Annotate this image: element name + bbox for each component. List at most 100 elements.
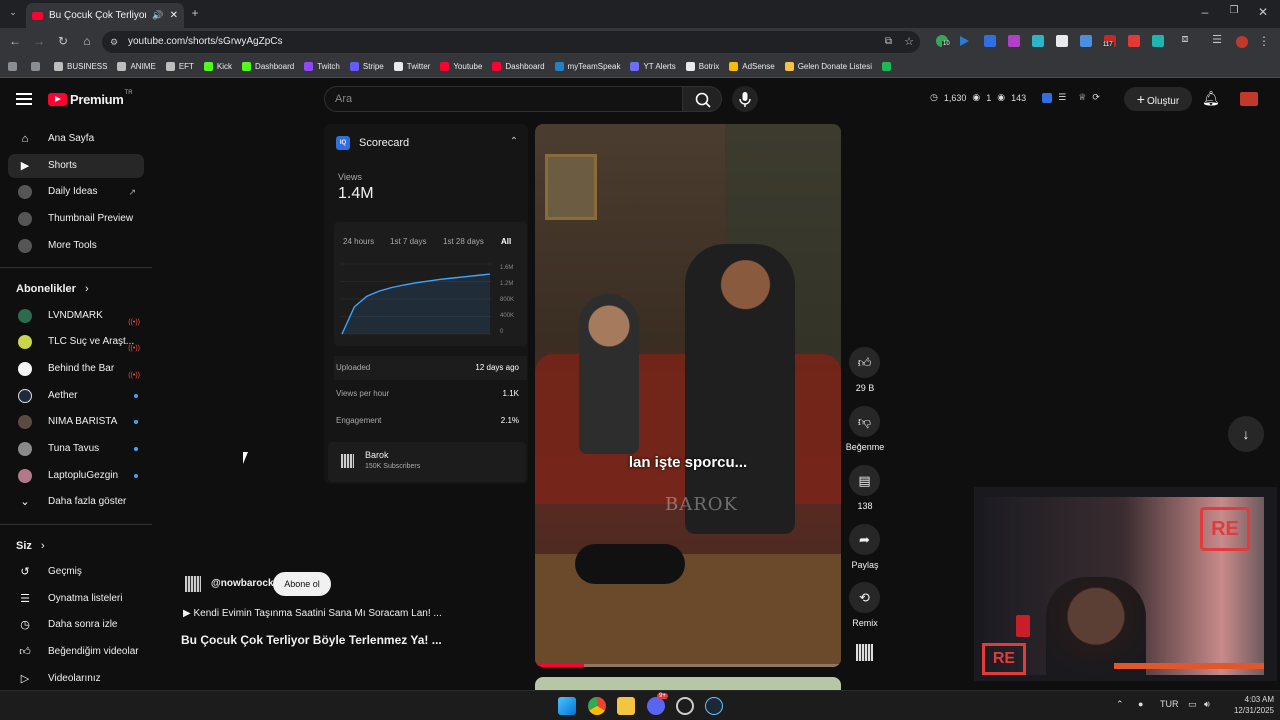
sidebar-item-history[interactable]: ↺ Geçmiş xyxy=(8,560,144,584)
subscription-item[interactable]: TLC Suç ve Araşt... ((•)) xyxy=(8,330,144,354)
notifications-bell-icon[interactable]: 🔔︎ xyxy=(1202,90,1220,107)
bookmark-folder-icon[interactable] xyxy=(31,62,44,71)
bookmark-item[interactable]: Stripe xyxy=(349,62,384,71)
file-explorer-icon[interactable] xyxy=(617,697,635,715)
bookmark-item[interactable]: Dashboard xyxy=(242,62,294,71)
shorts-video-player[interactable]: lan işte sporcu... BAROK xyxy=(535,124,841,667)
subscription-item[interactable]: Behind the Bar ((•)) xyxy=(8,357,144,381)
list-icon[interactable]: ☰ xyxy=(1058,92,1066,103)
show-more-button[interactable]: ⌄ Daha fazla göster xyxy=(8,490,144,514)
range-tab-all[interactable]: All xyxy=(501,237,511,246)
extension-2-icon[interactable] xyxy=(960,36,969,46)
site-info-icon[interactable]: ⚙ xyxy=(110,31,118,53)
browser-menu-icon[interactable]: ⋮ xyxy=(1258,34,1270,48)
steam-icon[interactable] xyxy=(705,697,723,715)
sidebar-item-home[interactable]: ⌂ Ana Sayfa xyxy=(8,127,144,151)
account-avatar[interactable] xyxy=(1240,92,1258,106)
extension-9-icon[interactable] xyxy=(1128,35,1140,47)
tab-search-icon[interactable]: ⌄ xyxy=(6,7,20,18)
sidebar-item-more-tools[interactable]: More Tools xyxy=(8,234,144,258)
subscription-item[interactable]: NIMA BARISTA xyxy=(8,410,144,434)
collapse-chevron-icon[interactable]: ⌃ xyxy=(508,136,520,147)
subscription-item[interactable]: LaptopluGezgin xyxy=(8,464,144,488)
tray-chevron-icon[interactable]: ⌃ xyxy=(1116,699,1124,710)
restore-icon[interactable]: ❐ xyxy=(1227,5,1241,16)
language-indicator[interactable]: TUR xyxy=(1160,699,1179,709)
range-tab-7d[interactable]: 1st 7 days xyxy=(390,237,426,246)
minimize-icon[interactable]: – xyxy=(1198,5,1212,19)
volume-icon[interactable]: 🔊︎ xyxy=(1204,699,1210,710)
extension-6-icon[interactable] xyxy=(1056,35,1068,47)
bookmark-item[interactable]: BUSINESS xyxy=(54,62,107,71)
playlist-link[interactable]: ▶ Kendi Evimin Taşınma Saatini Sana Mı S… xyxy=(183,608,442,619)
range-tab-24h[interactable]: 24 hours xyxy=(343,237,374,246)
back-icon[interactable]: ← xyxy=(8,34,22,48)
new-tab-icon[interactable]: + xyxy=(188,6,202,20)
extension-10-icon[interactable] xyxy=(1152,35,1164,47)
sidebar-item-shorts[interactable]: ▶ Shorts xyxy=(8,154,144,178)
you-heading[interactable]: Siz › xyxy=(16,540,45,552)
extensions-puzzle-icon[interactable]: ⧈ xyxy=(1178,33,1192,46)
system-clock[interactable]: 4:03 AM 12/31/2025 xyxy=(1222,694,1274,716)
bookmark-item[interactable]: AdSense xyxy=(729,62,775,71)
extension-4-icon[interactable] xyxy=(1008,35,1020,47)
subscribe-button[interactable]: Abone ol xyxy=(273,572,331,596)
app-icon[interactable] xyxy=(676,697,694,715)
bookmark-item[interactable]: Dashboard xyxy=(492,62,545,71)
sound-thumbnail[interactable] xyxy=(856,644,873,661)
network-icon[interactable]: ▭ xyxy=(1188,699,1197,710)
extension-7-icon[interactable] xyxy=(1080,35,1092,47)
remix-button[interactable]: ⟲ xyxy=(849,582,880,613)
channel-avatar[interactable] xyxy=(185,576,201,592)
bookmark-item[interactable]: Youtube xyxy=(440,62,482,71)
bookmark-more-icon[interactable] xyxy=(881,62,895,71)
install-app-icon[interactable]: ⧉ xyxy=(885,31,892,53)
forward-icon[interactable]: → xyxy=(32,34,46,48)
home-browser-icon[interactable]: ⌂ xyxy=(80,34,94,48)
hamburger-menu-icon[interactable] xyxy=(16,93,32,105)
bookmark-item[interactable]: Botrix xyxy=(685,62,719,71)
discord-icon[interactable] xyxy=(647,697,665,715)
scorecard-channel[interactable]: Barok 150K Subscribers xyxy=(328,442,526,482)
subscriptions-heading[interactable]: Abonelikler › xyxy=(16,283,89,295)
search-input[interactable]: Ara xyxy=(324,86,682,112)
bookmark-item[interactable]: ANIME xyxy=(117,62,156,71)
mic-tray-icon[interactable]: ● xyxy=(1138,699,1143,709)
tab-close-icon[interactable]: ✕ xyxy=(170,10,178,21)
channel-handle[interactable]: @nowbarock xyxy=(211,578,274,589)
sidebar-item-thumbnail-preview[interactable]: Thumbnail Preview xyxy=(8,207,144,231)
extension-5-icon[interactable] xyxy=(1032,35,1044,47)
url-field[interactable]: ⚙ youtube.com/shorts/sGrwyAgZpCs ⧉ ☆ xyxy=(102,31,920,53)
video-title[interactable]: Bu Çocuk Çok Terliyor Böyle Terlenmez Ya… xyxy=(181,633,442,647)
bookmark-item[interactable]: Twitter xyxy=(393,62,430,71)
window-close-icon[interactable]: ✕ xyxy=(1256,5,1270,19)
like-button[interactable]: 👍︎ xyxy=(849,347,880,378)
sidebar-item-your-videos[interactable]: ▷ Videolarınız xyxy=(8,667,144,691)
profile-avatar[interactable] xyxy=(1236,36,1248,48)
dislike-button[interactable]: 👎︎ xyxy=(849,406,880,437)
share-button[interactable]: ➦ xyxy=(849,524,880,555)
windows-start-icon[interactable] xyxy=(558,697,576,715)
reading-list-icon[interactable]: ☰ xyxy=(1210,33,1224,46)
subscription-item[interactable]: LVNDMARK ((•)) xyxy=(8,304,144,328)
vidiq-icon[interactable] xyxy=(1042,92,1053,103)
bookmark-item[interactable]: myTeamSpeak xyxy=(554,62,620,71)
voice-search-button[interactable] xyxy=(732,86,758,112)
youtube-logo[interactable]: Premium TR xyxy=(48,90,133,107)
subscription-item[interactable]: Tuna Tavus xyxy=(8,437,144,461)
sidebar-item-liked-videos[interactable]: 👍︎ Beğendiğim videolar xyxy=(8,640,144,664)
comments-button[interactable]: ▤ xyxy=(849,465,880,496)
subscription-item[interactable]: Aether xyxy=(8,384,144,408)
bookmark-item[interactable]: Kick xyxy=(203,62,232,71)
video-progress-bar[interactable] xyxy=(535,664,841,667)
sidebar-item-daily-ideas[interactable]: Daily Ideas ↗ xyxy=(8,180,144,204)
sidebar-item-watch-later[interactable]: ◷ Daha sonra izle xyxy=(8,613,144,637)
sidebar-item-playlists[interactable]: ☰ Oynatma listeleri xyxy=(8,587,144,611)
bookmark-star-icon[interactable]: ☆ xyxy=(904,31,914,53)
range-tab-28d[interactable]: 1st 28 days xyxy=(443,237,484,246)
reload-icon[interactable]: ↻ xyxy=(56,34,70,48)
bookmark-item[interactable]: Twitch xyxy=(304,62,340,71)
bookmark-item[interactable]: EFT xyxy=(165,62,194,71)
search-button[interactable] xyxy=(682,86,722,112)
speaker-icon[interactable]: 🔊 xyxy=(152,10,163,21)
